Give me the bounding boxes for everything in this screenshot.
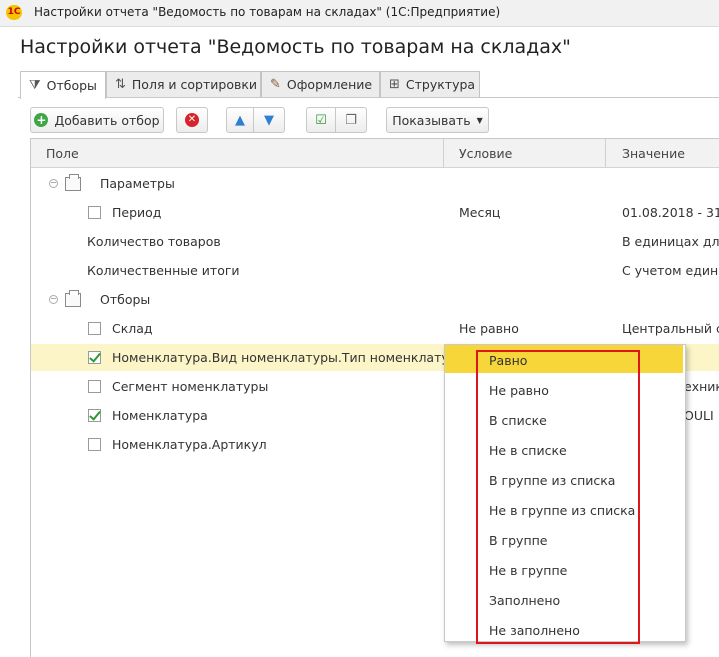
value-goods-quantity[interactable]: В единицах для bbox=[622, 234, 719, 249]
tab-label: Отборы bbox=[46, 78, 97, 93]
plus-icon: + bbox=[34, 113, 49, 127]
uncheck-all-icon: ❐ bbox=[345, 112, 357, 128]
move-up-button[interactable]: ▲ bbox=[226, 107, 254, 133]
uncheck-all-button[interactable]: ❐ bbox=[336, 107, 367, 133]
condition-warehouse[interactable]: Не равно bbox=[459, 321, 519, 336]
window-title-bar: 1С Настройки отчета "Ведомость по товара… bbox=[0, 0, 719, 27]
field-quantity-totals[interactable]: Количественные итоги bbox=[87, 263, 240, 278]
parameters-group-icon bbox=[65, 174, 81, 191]
field-goods-quantity[interactable]: Количество товаров bbox=[87, 234, 221, 249]
checkbox-period[interactable] bbox=[88, 206, 101, 219]
value-item-segment[interactable]: ехника bbox=[684, 379, 719, 394]
checkbox-item-article[interactable] bbox=[88, 438, 101, 451]
field-item-type[interactable]: Номенклатура.Вид номенклатуры.Тип номенк… bbox=[112, 350, 467, 365]
structure-icon: ⊞ bbox=[389, 77, 400, 92]
check-all-button[interactable]: ☑ bbox=[306, 107, 336, 133]
add-filter-label: Добавить отбор bbox=[54, 112, 160, 128]
collapse-icon[interactable]: − bbox=[49, 179, 58, 188]
tab-label: Структура bbox=[405, 77, 476, 92]
field-warehouse[interactable]: Склад bbox=[112, 321, 153, 336]
value-period[interactable]: 01.08.2018 - 31.0 bbox=[622, 205, 719, 220]
delete-button[interactable]: ✕ bbox=[176, 107, 208, 133]
group-label-parameters[interactable]: Параметры bbox=[100, 176, 175, 191]
show-menu-label: Показывать bbox=[392, 112, 471, 128]
collapse-icon[interactable]: − bbox=[49, 295, 58, 304]
checkbox-item-type[interactable] bbox=[88, 351, 101, 364]
tab-bar-divider bbox=[18, 97, 719, 98]
arrow-down-icon: ▼ bbox=[264, 112, 274, 128]
value-item[interactable]: OULI bbox=[684, 408, 719, 423]
show-menu-button[interactable]: Показывать ▼ bbox=[386, 107, 489, 133]
delete-icon: ✕ bbox=[185, 113, 199, 127]
checkbox-warehouse[interactable] bbox=[88, 322, 101, 335]
filters-group-icon bbox=[65, 290, 81, 307]
chevron-down-icon: ▼ bbox=[476, 115, 483, 125]
tab-appearance[interactable]: ✎ Оформление bbox=[261, 71, 380, 97]
field-item-segment[interactable]: Сегмент номенклатуры bbox=[112, 379, 268, 394]
checkbox-item-segment[interactable] bbox=[88, 380, 101, 393]
condition-period[interactable]: Месяц bbox=[459, 205, 500, 220]
sort-icon: ⇅ bbox=[115, 77, 126, 92]
check-all-icon: ☑ bbox=[315, 112, 327, 128]
column-header-condition[interactable]: Условие bbox=[459, 146, 512, 161]
column-header-value[interactable]: Значение bbox=[622, 146, 685, 161]
brush-icon: ✎ bbox=[270, 77, 281, 92]
group-label-filters[interactable]: Отборы bbox=[100, 292, 150, 307]
filter-icon: ⧩ bbox=[29, 78, 41, 93]
column-separator[interactable] bbox=[443, 139, 444, 167]
tab-filters[interactable]: ⧩ Отборы bbox=[20, 71, 106, 99]
field-item-article[interactable]: Номенклатура.Артикул bbox=[112, 437, 267, 452]
checkbox-item[interactable] bbox=[88, 409, 101, 422]
value-quantity-totals[interactable]: С учетом едини bbox=[622, 263, 719, 278]
column-header-field[interactable]: Поле bbox=[46, 146, 79, 161]
annotation-highlight-frame bbox=[476, 350, 640, 644]
field-period[interactable]: Период bbox=[112, 205, 161, 220]
move-down-button[interactable]: ▼ bbox=[254, 107, 285, 133]
tab-label: Оформление bbox=[286, 77, 373, 92]
column-separator[interactable] bbox=[605, 139, 606, 167]
window-title: Настройки отчета "Ведомость по товарам н… bbox=[34, 5, 501, 19]
add-filter-button[interactable]: + Добавить отбор bbox=[30, 107, 164, 133]
page-title: Настройки отчета "Ведомость по товарам н… bbox=[20, 36, 571, 58]
app-logo-icon: 1С bbox=[6, 5, 22, 20]
tab-label: Поля и сортировки bbox=[131, 77, 258, 92]
tab-fields-sorting[interactable]: ⇅ Поля и сортировки bbox=[106, 71, 261, 97]
arrow-up-icon: ▲ bbox=[235, 112, 245, 128]
field-item[interactable]: Номенклатура bbox=[112, 408, 208, 423]
tab-structure[interactable]: ⊞ Структура bbox=[380, 71, 480, 97]
table-header bbox=[31, 139, 719, 168]
value-warehouse[interactable]: Центральный ск bbox=[622, 321, 719, 336]
